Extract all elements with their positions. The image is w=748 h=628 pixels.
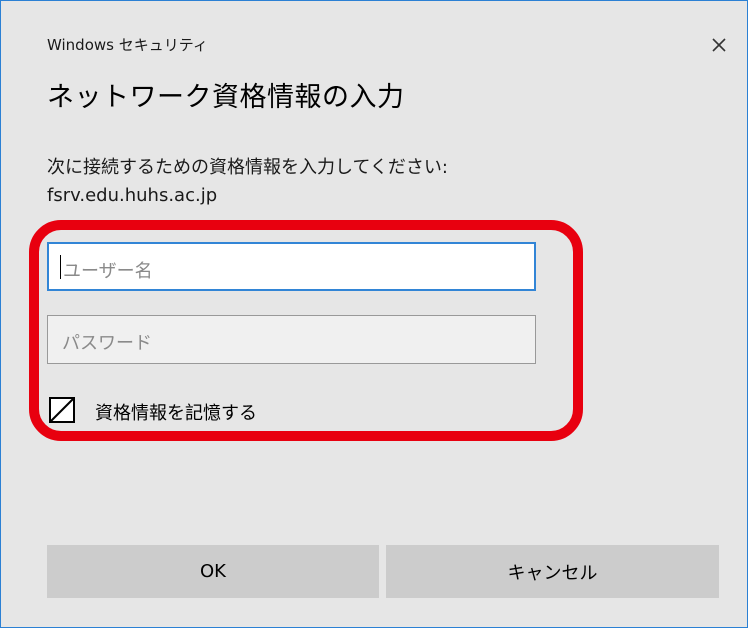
credential-dialog: Windows セキュリティ ネットワーク資格情報の入力 次に接続するための資格… [0,0,748,628]
server-name: fsrv.edu.huhs.ac.jp [47,185,218,206]
cancel-button[interactable]: キャンセル [386,545,719,598]
window-title: Windows セキュリティ [47,36,208,54]
prompt-text: 次に接続するための資格情報を入力してください: [47,157,448,178]
dialog-heading: ネットワーク資格情報の入力 [47,82,405,113]
close-icon [712,38,726,52]
close-button[interactable] [701,27,737,63]
ok-button[interactable]: OK [47,545,379,598]
highlight-frame [29,220,583,441]
